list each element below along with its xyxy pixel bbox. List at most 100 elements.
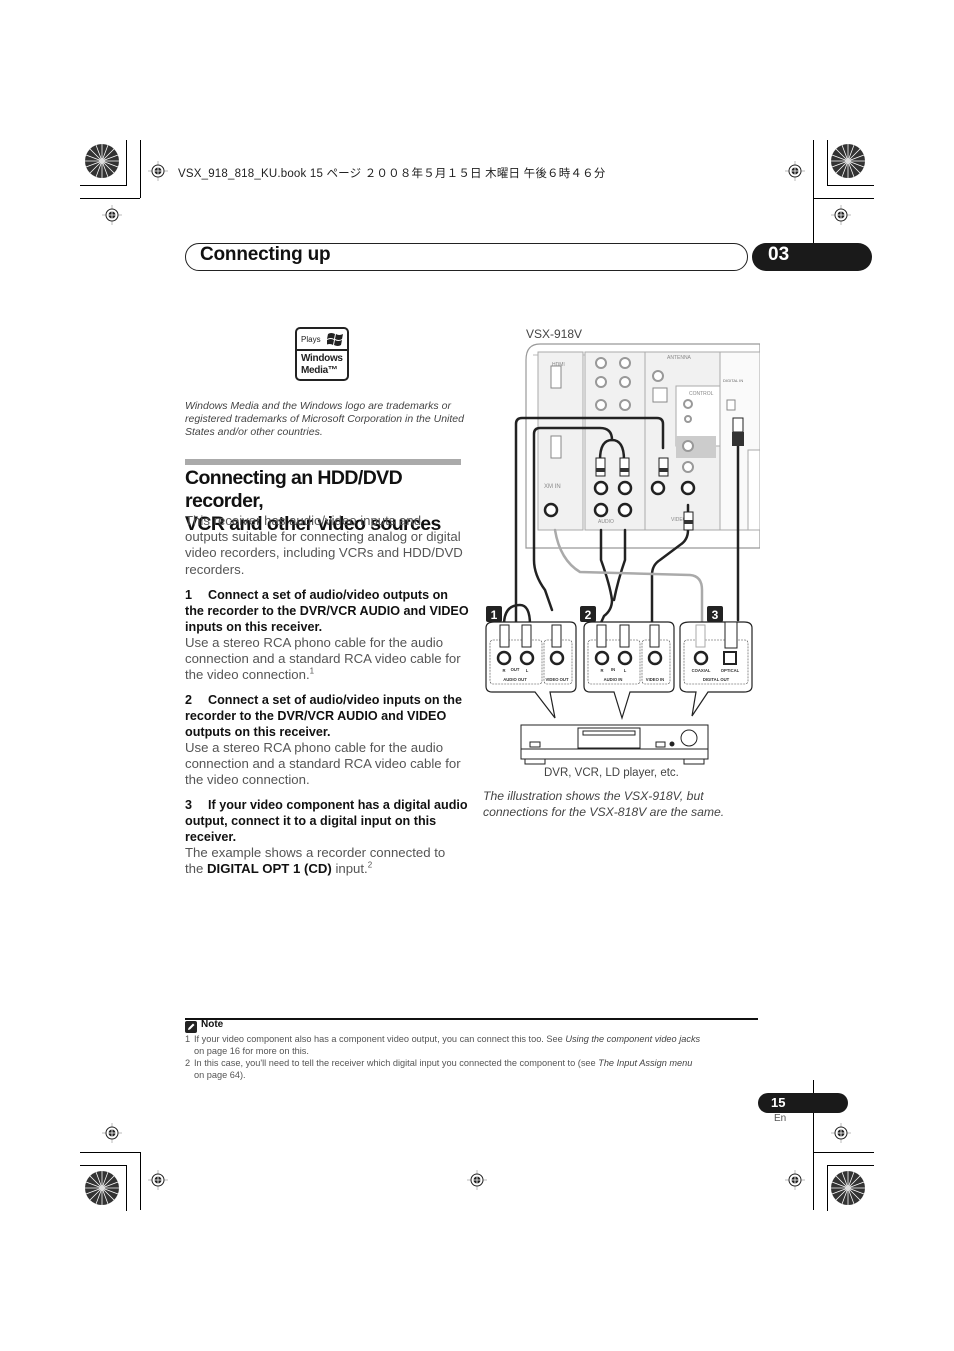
registration-crosshair-icon bbox=[148, 1170, 168, 1190]
footnote-text: In this case, you'll need to tell the re… bbox=[194, 1058, 599, 1068]
hdmi-label: HDMI bbox=[552, 362, 565, 368]
crop-mark bbox=[140, 140, 141, 198]
footnote-link[interactable]: The Input Assign menu bbox=[598, 1058, 692, 1068]
note-divider bbox=[185, 1018, 758, 1020]
registration-starburst-icon bbox=[831, 1171, 865, 1205]
step-3-body: The example shows a recorder connected t… bbox=[185, 845, 465, 877]
diagram-caption: The illustration shows the VSX-918V, but… bbox=[483, 789, 725, 819]
step-2-heading: 2 Connect a set of audio/video inputs on … bbox=[185, 692, 470, 741]
step-heading-text: Connect a set of audio/video inputs on t… bbox=[185, 693, 462, 740]
page-number: 15 bbox=[771, 1095, 786, 1110]
jack-label-l: L bbox=[624, 668, 627, 673]
step-number: 3 bbox=[185, 798, 193, 812]
section-intro: This receiver has audio/video inputs and… bbox=[185, 513, 463, 577]
windows-media-logo: Plays Windows Media™ bbox=[295, 327, 349, 381]
windows-flag-icon bbox=[327, 333, 343, 346]
page-language: En bbox=[774, 1113, 787, 1124]
input-name: DIGITAL OPT 1 (CD) bbox=[207, 861, 332, 877]
note-title: Note bbox=[201, 1019, 224, 1030]
footnote-ref[interactable]: 1 bbox=[310, 667, 314, 676]
crop-mark bbox=[126, 140, 127, 186]
footnote-text: on page 64). bbox=[194, 1070, 246, 1080]
jack-label-out: OUT bbox=[511, 667, 520, 672]
crop-mark bbox=[828, 185, 874, 186]
step-3-heading: 3 If your video component has a digital a… bbox=[185, 797, 470, 846]
footnote-number: 1 bbox=[185, 1034, 191, 1044]
jack-label-in: IN bbox=[611, 667, 615, 672]
step-1-body: Use a stereo RCA phono cable for the aud… bbox=[185, 635, 465, 684]
step-body-text: Use a stereo RCA phono cable for the aud… bbox=[185, 635, 461, 683]
jack-label-l: L bbox=[526, 668, 529, 673]
registration-crosshair-icon bbox=[102, 1123, 122, 1143]
footnote-ref[interactable]: 2 bbox=[368, 861, 372, 870]
recorder-device bbox=[520, 724, 709, 765]
crop-mark bbox=[126, 1165, 127, 1211]
crop-mark bbox=[827, 1165, 828, 1211]
jack-label-r: R bbox=[600, 668, 603, 673]
jack-label-optical: OPTICAL bbox=[721, 668, 740, 673]
section-divider bbox=[185, 459, 461, 465]
diagram-device-label: DVR, VCR, LD player, etc. bbox=[544, 767, 679, 779]
registration-crosshair-icon bbox=[831, 1123, 851, 1143]
group-label-audio-in: AUDIO IN bbox=[604, 677, 623, 682]
group-label-video-out: VIDEO OUT bbox=[545, 677, 568, 682]
crop-mark bbox=[80, 198, 140, 199]
crop-mark bbox=[80, 1165, 126, 1166]
print-header: VSX_918_818_KU.book 15 ページ ２００８年５月１５日 木曜… bbox=[178, 168, 606, 180]
registration-starburst-icon bbox=[831, 144, 865, 178]
step-badge-1: 1 bbox=[491, 608, 498, 622]
registration-crosshair-icon bbox=[831, 205, 851, 225]
crop-mark bbox=[828, 1165, 874, 1166]
optical-jack bbox=[723, 651, 737, 665]
jack-label-coaxial: COAXIAL bbox=[692, 668, 711, 673]
xm-in-label: XM IN bbox=[544, 484, 561, 490]
group-label-video-in: VIDEO IN bbox=[646, 677, 664, 682]
footnote-number: 2 bbox=[185, 1058, 191, 1068]
crop-mark bbox=[140, 1152, 141, 1210]
step-1-heading: 1 Connect a set of audio/video outputs on… bbox=[185, 587, 470, 636]
chapter-title: Connecting up bbox=[200, 244, 331, 265]
logo-plays-text: Plays bbox=[301, 335, 321, 344]
footnote-link[interactable]: Using the component video jacks bbox=[565, 1034, 700, 1044]
antenna-label: ANTENNA bbox=[667, 355, 692, 361]
trademark-notice: Windows Media and the Windows logo are t… bbox=[185, 400, 464, 438]
footnote-2: 2 In this case, you'll need to tell the r… bbox=[185, 1057, 760, 1081]
section-title-line1: Connecting an HDD/DVD recorder, bbox=[185, 467, 403, 512]
logo-divider bbox=[297, 349, 347, 351]
device-jacks bbox=[496, 650, 709, 666]
step-heading-text: If your video component has a digital au… bbox=[185, 798, 468, 845]
group-label-digital-out: DIGITAL OUT bbox=[703, 677, 730, 682]
crop-mark bbox=[814, 1152, 874, 1153]
crop-mark bbox=[814, 198, 874, 199]
group-label-audio-out: AUDIO OUT bbox=[503, 677, 527, 682]
step-heading-text: Connect a set of audio/video outputs on … bbox=[185, 588, 469, 635]
registration-crosshair-icon bbox=[148, 161, 168, 181]
step-number: 1 bbox=[185, 588, 193, 602]
step-badge-2: 2 bbox=[585, 608, 592, 622]
footnote-text: on page 16 for more on this. bbox=[194, 1046, 309, 1056]
step-badge-3: 3 bbox=[712, 608, 719, 622]
pencil-note-icon bbox=[185, 1021, 197, 1033]
step-number: 2 bbox=[185, 693, 193, 707]
footnote-1: 1 If your video component also has a comp… bbox=[185, 1033, 760, 1057]
registration-crosshair-icon bbox=[785, 161, 805, 181]
registration-crosshair-icon bbox=[467, 1170, 487, 1190]
receiver-rear-panel: HDMI ANTENNA CONTROL DIGITAL IN XM IN AU… bbox=[525, 343, 760, 549]
step-body-text: input. bbox=[331, 861, 368, 877]
jack-label-r: R bbox=[502, 668, 505, 673]
logo-media-text: Media™ bbox=[301, 365, 338, 376]
crop-mark bbox=[80, 185, 126, 186]
registration-crosshair-icon bbox=[785, 1170, 805, 1190]
footnote-text: If your video component also has a compo… bbox=[194, 1034, 566, 1044]
audio-label: AUDIO bbox=[598, 519, 614, 525]
connection-diagram: HDMI ANTENNA CONTROL DIGITAL IN XM IN AU… bbox=[485, 343, 760, 765]
registration-starburst-icon bbox=[85, 144, 119, 178]
registration-crosshair-icon bbox=[102, 205, 122, 225]
control-label: CONTROL bbox=[689, 391, 714, 397]
step-2-body: Use a stereo RCA phono cable for the aud… bbox=[185, 740, 461, 788]
crop-mark bbox=[827, 140, 828, 186]
digital-in-label: DIGITAL IN bbox=[723, 378, 743, 383]
logo-windows-text: Windows bbox=[301, 353, 343, 364]
chapter-number: 03 bbox=[768, 244, 790, 265]
crop-mark bbox=[80, 1152, 140, 1153]
